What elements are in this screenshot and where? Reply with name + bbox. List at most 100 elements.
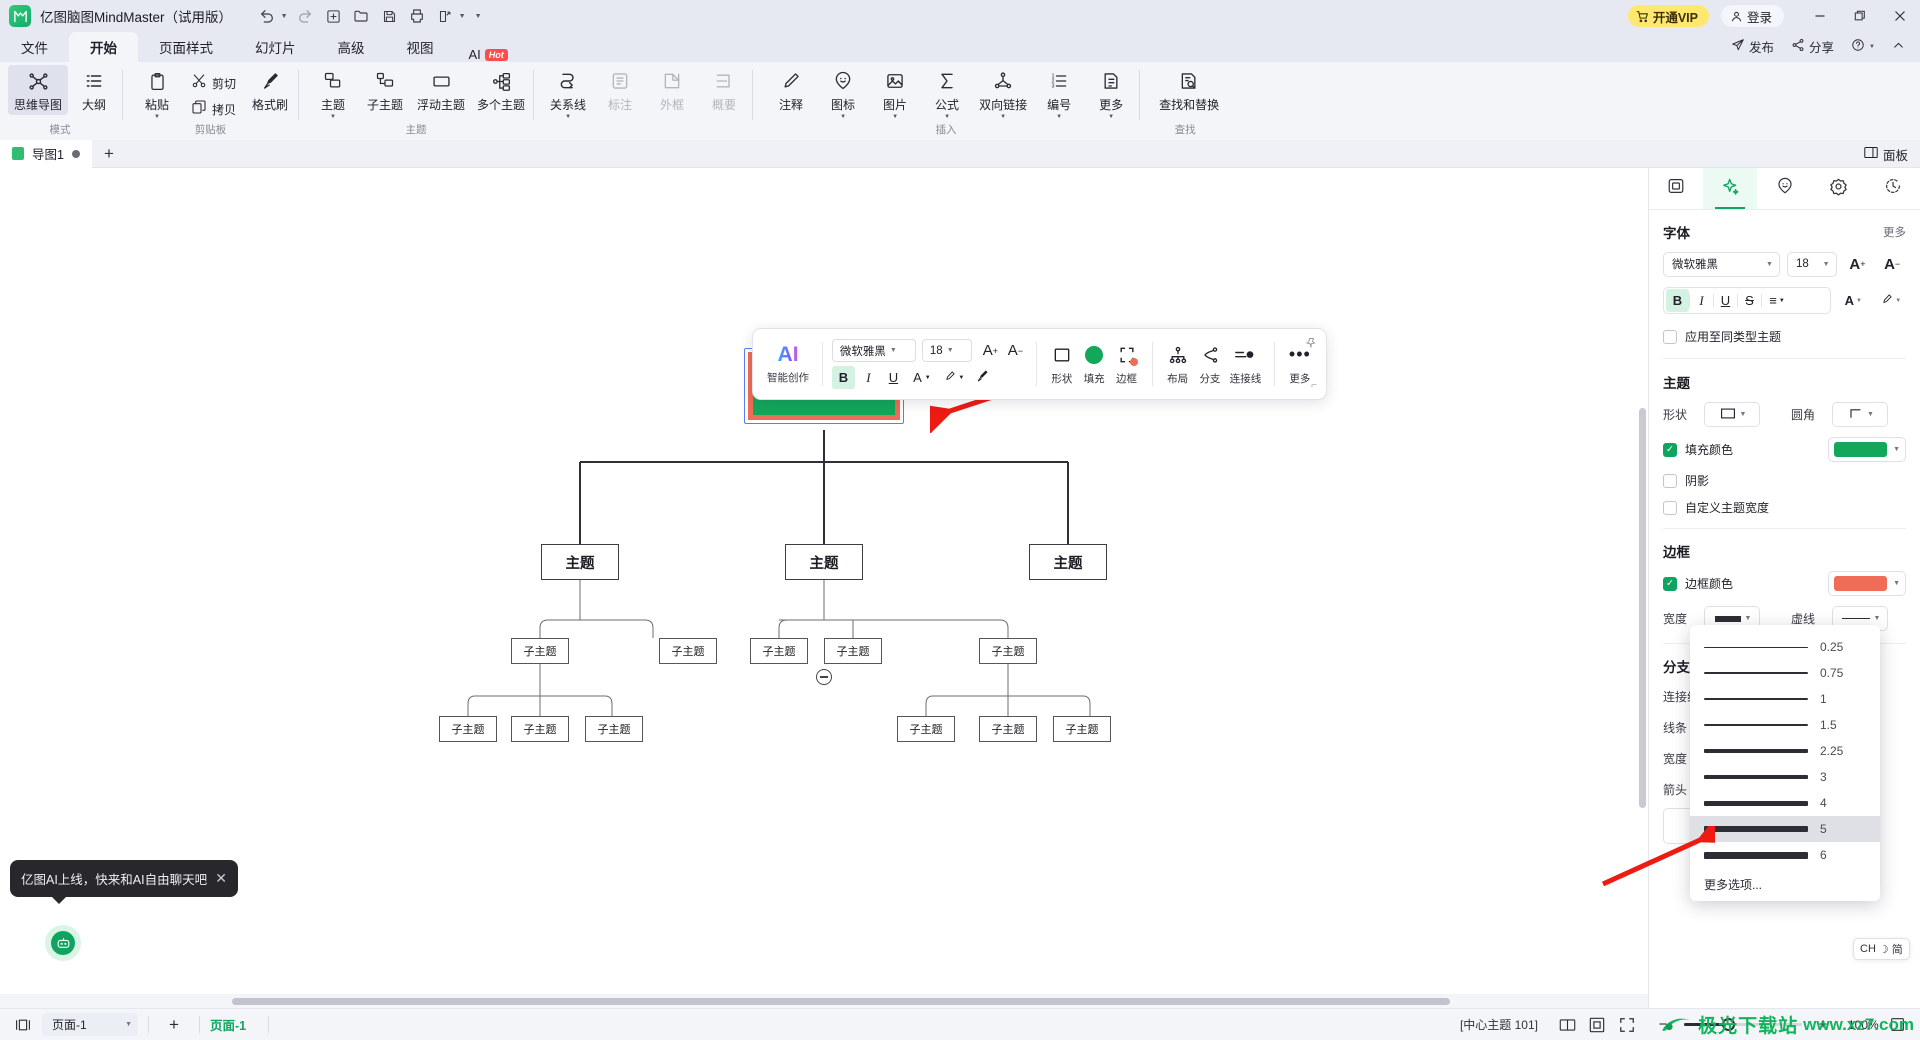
sidebar-strikethrough-button[interactable]: S <box>1738 289 1761 312</box>
width-more-options[interactable]: 更多选项... <box>1690 868 1880 895</box>
ribbon-button-copy[interactable]: 拷贝 <box>183 96 244 122</box>
highlight-button[interactable]: ▼ <box>939 366 969 389</box>
sidebar-align-button[interactable]: ≡ ▼ <box>1762 289 1792 312</box>
open-icon[interactable] <box>348 4 374 28</box>
upgrade-vip-button[interactable]: 开通VIP <box>1627 5 1709 27</box>
ime-indicator[interactable]: CH ☽ 简 <box>1853 938 1910 960</box>
topic-node[interactable]: 主题 <box>785 544 863 580</box>
width-option[interactable]: 1.5 <box>1690 712 1880 738</box>
ribbon-button-image[interactable]: 图片 ▼ <box>869 65 921 122</box>
topic-dropdown-icon[interactable]: ▼ <box>330 114 336 120</box>
zoom-slider-track[interactable] <box>1684 1018 1802 1031</box>
zoom-slider[interactable] <box>1684 1018 1802 1031</box>
width-option[interactable]: 2.25 <box>1690 738 1880 764</box>
resize-handle-icon[interactable]: ⌐ <box>1311 380 1317 391</box>
width-option[interactable]: 1 <box>1690 686 1880 712</box>
export-dropdown-icon[interactable]: ▼ <box>456 4 468 28</box>
width-option[interactable]: 0.25 <box>1690 634 1880 660</box>
export-icon[interactable] <box>432 4 458 28</box>
page-chip[interactable]: 页面-1 <box>210 1015 246 1034</box>
quick-access-more-icon[interactable]: ▼ <box>472 4 484 28</box>
font-family-select[interactable]: 微软雅黑 ▼ <box>831 339 916 362</box>
sidebar-tab-sticker[interactable] <box>1757 168 1811 209</box>
pin-icon[interactable] <box>1305 337 1317 352</box>
underline-button[interactable]: U <box>882 366 905 389</box>
sidebar-underline-button[interactable]: U <box>1714 289 1737 312</box>
width-option[interactable]: 3 <box>1690 764 1880 790</box>
horizontal-scrollbar[interactable] <box>0 994 1648 1008</box>
sidebar-highlight-button[interactable]: ▼ <box>1876 288 1907 314</box>
ribbon-button-numbering[interactable]: 123 编号 ▼ <box>1033 65 1085 122</box>
login-button[interactable]: 登录 <box>1720 5 1784 27</box>
fill-color-picker[interactable]: ▼ <box>1828 437 1906 462</box>
sidebar-italic-button[interactable]: I <box>1690 289 1713 312</box>
horizontal-scrollbar-thumb[interactable] <box>232 997 1450 1005</box>
unsaved-indicator-icon[interactable] <box>71 149 80 158</box>
connector-button[interactable]: 连接线 <box>1226 343 1265 386</box>
increase-font-size-button[interactable]: A + <box>979 339 1002 362</box>
publish-button[interactable]: 发布 <box>1724 35 1781 58</box>
italic-button[interactable]: I <box>857 366 880 389</box>
sidebar-text-color-button[interactable]: A ▼ <box>1838 288 1869 314</box>
ribbon-button-multi-topic[interactable]: 多个主题 <box>471 65 531 115</box>
mindmap-canvas[interactable]: 中心主题 主题 主题 主题 子主题 子主题 子主题 子主题 子主题 <box>0 168 1648 1008</box>
ribbon-button-relationship-line[interactable]: 关系线 ▼ <box>542 65 594 122</box>
panel-toggle-button[interactable]: 面板 <box>1864 140 1908 168</box>
collapse-toggle-central[interactable] <box>816 669 832 685</box>
sidebar-increase-font-button[interactable]: A + <box>1844 251 1872 277</box>
sidebar-tab-history[interactable] <box>1866 168 1920 209</box>
zoom-out-button[interactable]: − <box>1648 1013 1678 1037</box>
tab-file[interactable]: 文件 <box>0 32 69 62</box>
subtopic-node[interactable]: 子主题 <box>585 716 643 742</box>
border-color-picker[interactable]: ▼ <box>1828 571 1906 596</box>
sidebar-tab-theme[interactable] <box>1812 168 1866 209</box>
tab-ai[interactable]: AI Hot <box>455 47 508 62</box>
collapse-ribbon-button[interactable] <box>1885 37 1912 57</box>
tab-home[interactable]: 开始 <box>69 32 138 62</box>
undo-icon[interactable] <box>254 4 280 28</box>
subtopic-node[interactable]: 子主题 <box>439 716 497 742</box>
subtopic-node[interactable]: 子主题 <box>1053 716 1111 742</box>
ribbon-button-summary[interactable]: 概要 <box>698 65 750 115</box>
font-size-select[interactable]: 18 ▼ <box>921 339 972 362</box>
ribbon-button-format-brush[interactable]: 格式刷 <box>244 65 296 115</box>
print-icon[interactable] <box>404 4 430 28</box>
width-option[interactable]: 6 <box>1690 842 1880 868</box>
subtopic-node[interactable]: 子主题 <box>897 716 955 742</box>
border-button[interactable]: 边框 <box>1110 343 1142 386</box>
ribbon-button-more-insert[interactable]: 更多 ▼ <box>1085 65 1137 122</box>
branch-button[interactable]: 分支 <box>1194 343 1226 386</box>
new-icon[interactable] <box>320 4 346 28</box>
ribbon-button-find-replace[interactable]: 查找和替换 <box>1150 65 1228 115</box>
ribbon-button-topic[interactable]: 主题 ▼ <box>307 65 359 122</box>
sidebar-tab-page-style[interactable] <box>1649 168 1703 209</box>
ribbon-button-floating-topic[interactable]: 浮动主题 <box>411 65 471 115</box>
shape-select[interactable]: ▼ <box>1704 402 1760 427</box>
sidebar-bold-button[interactable]: B <box>1666 289 1689 312</box>
maximize-button[interactable] <box>1840 0 1880 32</box>
fill-color-checkbox[interactable]: ✓ 填充颜色 <box>1663 441 1733 458</box>
ribbon-button-comment[interactable]: 注释 <box>765 65 817 115</box>
more-insert-dropdown-icon[interactable]: ▼ <box>1108 114 1114 120</box>
sidebar-decrease-font-button[interactable]: A − <box>1878 251 1906 277</box>
relationship-dropdown-icon[interactable]: ▼ <box>565 114 571 120</box>
zoom-in-button[interactable]: + <box>1808 1013 1838 1037</box>
ribbon-button-formula[interactable]: 公式 ▼ <box>921 65 973 122</box>
width-option[interactable]: 4 <box>1690 790 1880 816</box>
layout-button[interactable]: 布局 <box>1161 343 1193 386</box>
paste-dropdown-icon[interactable]: ▼ <box>154 114 160 120</box>
close-icon[interactable]: ✕ <box>215 870 227 887</box>
apply-same-type-checkbox[interactable]: 应用至同类型主题 <box>1663 328 1906 345</box>
expand-icon[interactable] <box>1882 1013 1912 1037</box>
ribbon-button-outline[interactable]: 大纲 <box>68 65 120 115</box>
image-dropdown-icon[interactable]: ▼ <box>892 114 898 120</box>
bidirectional-dropdown-icon[interactable]: ▼ <box>1000 114 1006 120</box>
page-select[interactable]: 页面-1 ▼ <box>42 1013 138 1036</box>
ribbon-button-mindmap[interactable]: 思维导图 <box>8 65 69 115</box>
shadow-checkbox[interactable]: 阴影 <box>1663 472 1709 489</box>
new-document-button[interactable]: + <box>92 140 126 168</box>
subtopic-node[interactable]: 子主题 <box>511 638 569 664</box>
undo-dropdown-icon[interactable]: ▼ <box>278 4 290 28</box>
ai-chat-fab[interactable] <box>45 925 81 961</box>
subtopic-node[interactable]: 子主题 <box>979 716 1037 742</box>
